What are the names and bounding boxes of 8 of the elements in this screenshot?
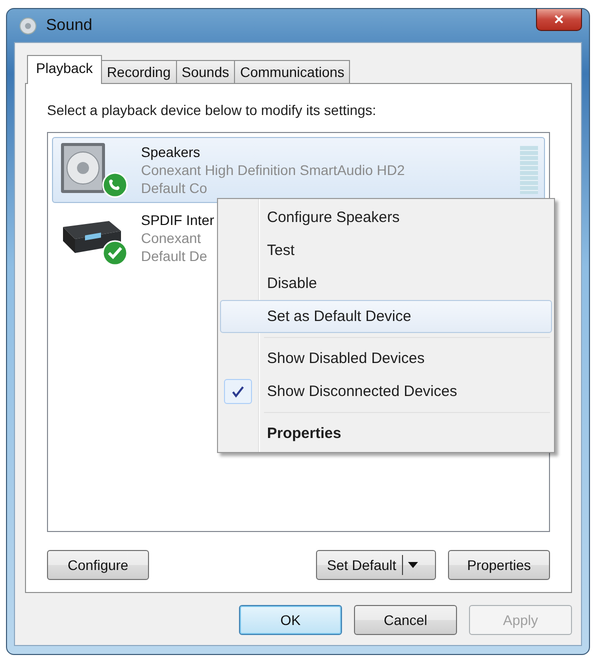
window-title: Sound xyxy=(46,16,94,34)
device-name: SPDIF Inter xyxy=(141,211,214,229)
device-description: Conexant xyxy=(141,229,201,247)
device-status: Default Co xyxy=(141,179,208,197)
device-name: Speakers xyxy=(141,143,200,161)
device-status: Default De xyxy=(141,247,208,265)
device-description: Conexant High Definition SmartAudio HD2 xyxy=(141,161,405,179)
instruction-text: Select a playback device below to modify its settings: xyxy=(47,102,378,118)
